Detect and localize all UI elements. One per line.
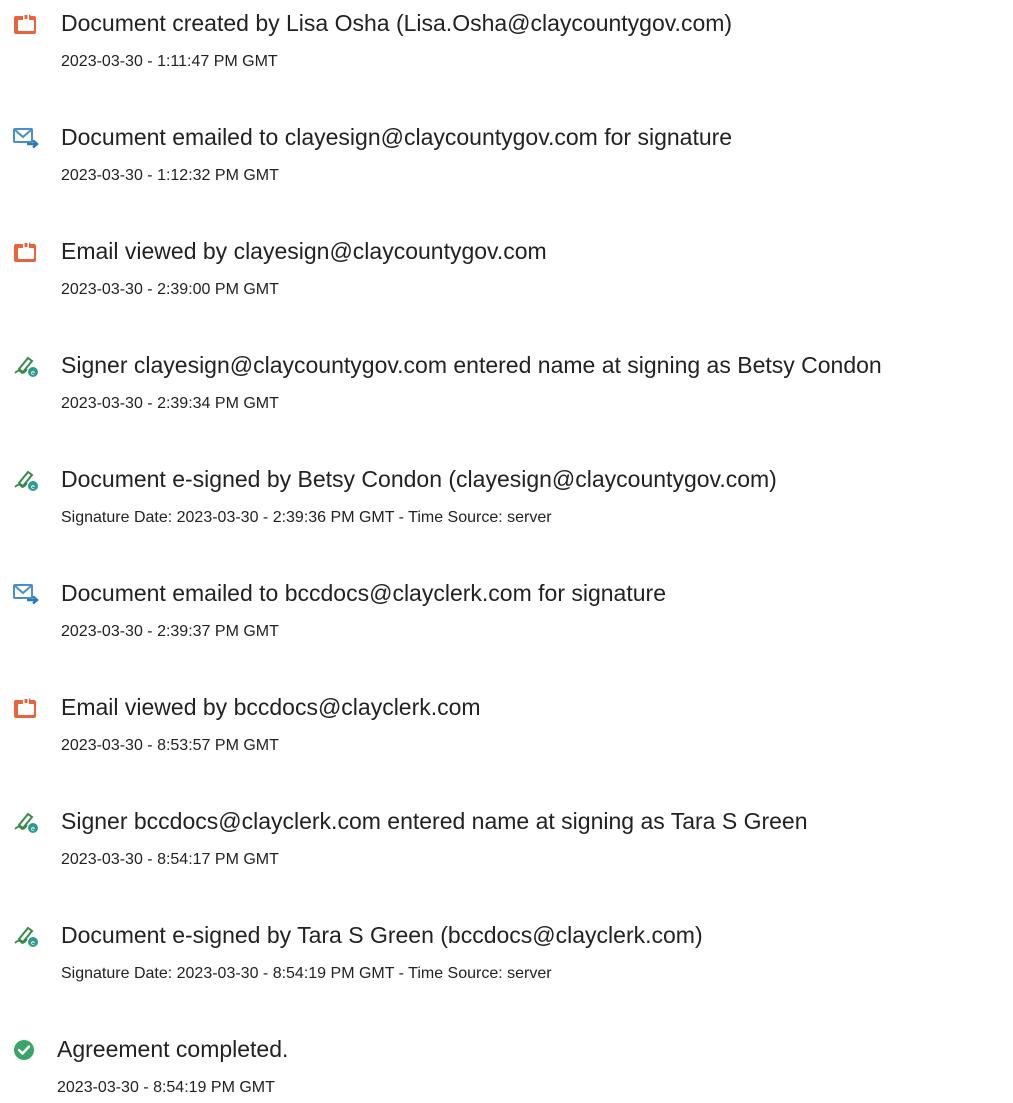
history-entry: e Document e-signed by Tara S Green (bcc… [0,912,1013,1012]
entry-title: Agreement completed. [57,1036,289,1062]
entry-timestamp: 2023-03-30 - 2:39:34 PM GMT [61,395,279,412]
email-sent-icon [12,582,40,606]
e-signed-pen-icon: e [12,924,40,948]
email-sent-icon [12,126,40,150]
email-viewed-icon [12,696,40,720]
history-entry: e Signer clayesign@claycountygov.com ent… [0,342,1013,442]
entry-title: Document e-signed by Tara S Green (bccdo… [61,922,703,948]
entry-title: Document created by Lisa Osha (Lisa.Osha… [61,10,733,36]
history-entry: Document emailed to bccdocs@clayclerk.co… [0,570,1013,670]
entry-timestamp: 2023-03-30 - 8:54:17 PM GMT [61,851,279,868]
history-entry: Email viewed by bccdocs@clayclerk.com 20… [0,684,1013,784]
entry-timestamp: 2023-03-30 - 2:39:37 PM GMT [61,623,279,640]
svg-text:e: e [31,826,35,833]
entry-timestamp: 2023-03-30 - 2:39:00 PM GMT [61,281,279,298]
entry-title: Document emailed to clayesign@claycounty… [61,124,733,150]
history-entry: e Document e-signed by Betsy Condon (cla… [0,456,1013,556]
document-created-icon [12,12,40,36]
entry-timestamp: 2023-03-30 - 8:54:19 PM GMT [57,1079,275,1096]
entry-title: Signer bccdocs@clayclerk.com entered nam… [61,808,808,834]
e-signed-pen-icon: e [12,468,40,492]
entry-signature-date: Signature Date: 2023-03-30 - 2:39:36 PM … [61,509,552,526]
history-entry: Document emailed to clayesign@claycounty… [0,114,1013,214]
svg-text:e: e [31,484,35,491]
entry-signature-date: Signature Date: 2023-03-30 - 8:54:19 PM … [61,965,552,982]
svg-text:e: e [31,370,35,377]
entry-title: Email viewed by bccdocs@clayclerk.com [61,694,481,720]
check-circle-icon [12,1038,40,1062]
email-viewed-icon [12,240,40,264]
history-entry: e Signer bccdocs@clayclerk.com entered n… [0,798,1013,898]
entry-title: Email viewed by clayesign@claycountygov.… [61,238,547,264]
history-entry: Document created by Lisa Osha (Lisa.Osha… [0,0,1013,100]
signer-pen-icon: e [12,354,40,378]
entry-timestamp: 2023-03-30 - 1:11:47 PM GMT [61,53,278,70]
history-entry: Email viewed by clayesign@claycountygov.… [0,228,1013,328]
entry-title: Document e-signed by Betsy Condon (claye… [61,466,777,492]
svg-text:e: e [31,940,35,947]
entry-title: Document emailed to bccdocs@clayclerk.co… [61,580,666,606]
entry-timestamp: 2023-03-30 - 1:12:32 PM GMT [61,167,279,184]
signer-pen-icon: e [12,810,40,834]
entry-title: Signer clayesign@claycountygov.com enter… [61,352,882,378]
entry-timestamp: 2023-03-30 - 8:53:57 PM GMT [61,737,279,754]
history-entry: Agreement completed. 2023-03-30 - 8:54:1… [0,1026,1013,1103]
